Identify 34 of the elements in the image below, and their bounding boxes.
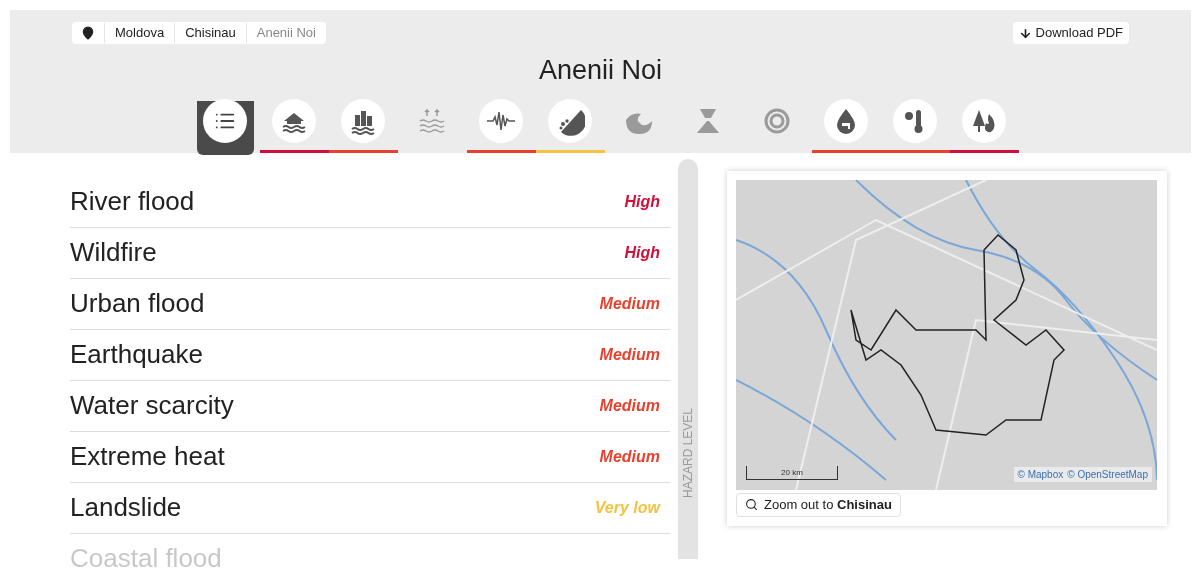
hazard-name: Urban flood xyxy=(70,287,205,320)
hazard-level: Medium xyxy=(599,446,660,467)
search-icon xyxy=(745,498,758,511)
hazard-name: River flood xyxy=(70,185,195,218)
hazard-level: Medium xyxy=(599,344,660,365)
hazard-level: High xyxy=(624,242,660,263)
download-arrow-icon xyxy=(1018,26,1032,40)
map-pin-icon xyxy=(81,26,95,40)
hazard-row[interactable]: Urban flood Medium xyxy=(70,278,670,330)
breadcrumb-link[interactable]: Chisinau xyxy=(174,23,246,43)
zoom-out-button[interactable]: Zoom out to Chisinau xyxy=(736,492,901,517)
hazard-level: Medium xyxy=(599,293,660,314)
attribution-link[interactable]: © OpenStreetMap xyxy=(1067,466,1148,482)
breadcrumb-link[interactable]: Anenii Noi xyxy=(245,23,326,43)
hazard-name: Wildfire xyxy=(70,236,157,269)
hazard-name: Water scarcity xyxy=(70,389,234,422)
hazard-row[interactable]: Extreme heat Medium xyxy=(70,431,670,483)
hazard-row[interactable]: Water scarcity Medium xyxy=(70,380,670,432)
hazard-row[interactable]: Earthquake Medium xyxy=(70,329,670,381)
attribution-link[interactable]: © Mapbox xyxy=(1017,466,1064,482)
hazard-level: Very low xyxy=(594,497,660,518)
hazard-level: Medium xyxy=(599,395,660,416)
hazard-level-axis: HAZARD LEVEL xyxy=(678,158,698,559)
hazard-row[interactable]: Wildfire High xyxy=(70,227,670,279)
hazard-level: High xyxy=(624,191,660,212)
page-title: Anenii Noi xyxy=(537,54,664,87)
breadcrumb-link[interactable]: Moldova xyxy=(104,23,175,43)
hazard-name: Extreme heat xyxy=(70,440,225,473)
hazard-row[interactable]: Landslide Very low xyxy=(70,482,670,534)
hazard-name: Earthquake xyxy=(70,338,203,371)
scale-bar: 20 km xyxy=(746,465,838,480)
hazard-row[interactable]: River flood High xyxy=(70,176,670,228)
hazard-name: Landslide xyxy=(70,491,182,524)
download-pdf-button[interactable]: Download PDF xyxy=(1012,22,1129,44)
